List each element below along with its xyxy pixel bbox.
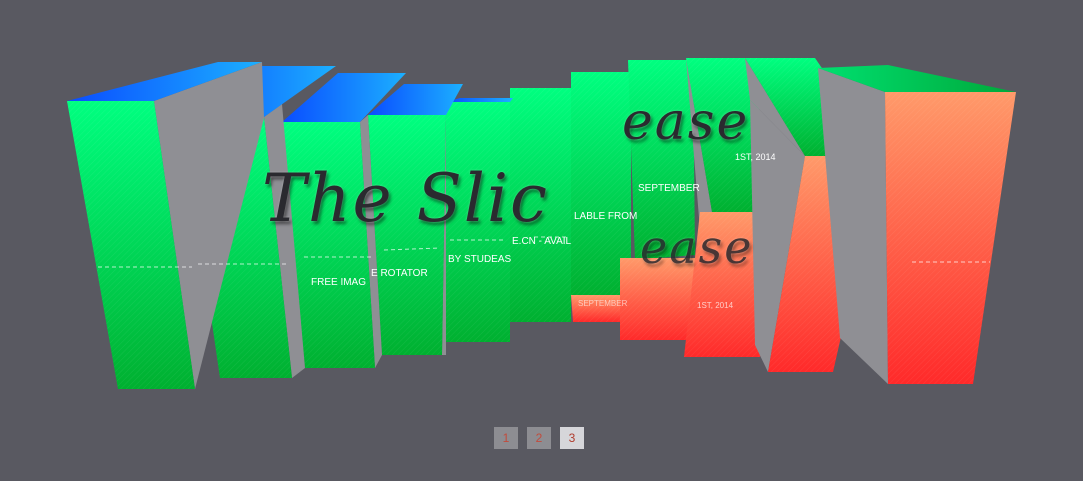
slider-reflection-title: ease [640,220,754,274]
subtitle-fragment-7: 1ST, 2014 [735,152,776,162]
subtitle-fragment-2: E ROTATOR [371,268,428,279]
reflection-subtitle-fragment-2: 1ST, 2014 [697,301,734,310]
subtitle-fragment-4: E.CN - AVAIL [512,236,572,247]
page-button-1[interactable]: 1 [494,427,518,449]
slice-11-texture [885,92,1016,384]
slider-title-part-2: ease [622,92,750,152]
subtitle-fragment-3: BY STUDEAS [448,254,512,265]
slice-5-top [446,98,513,102]
page-button-3[interactable]: 3 [560,427,584,449]
subtitle-fragment-1: FREE IMAG [311,277,367,288]
subtitle-fragment-6: SEPTEMBER [638,183,700,194]
reflection-subtitle-fragment-1: SEPTEMBER [578,299,628,308]
slide-pagination: 1 2 3 [494,427,584,449]
slider-stage: The Slic ease ease FREE IMAG E ROTATOR B… [0,0,1083,477]
slider-title-part-1: The Slic [262,160,549,237]
subtitle-fragment-5: LABLE FROM [574,211,638,222]
page-button-2[interactable]: 2 [527,427,551,449]
